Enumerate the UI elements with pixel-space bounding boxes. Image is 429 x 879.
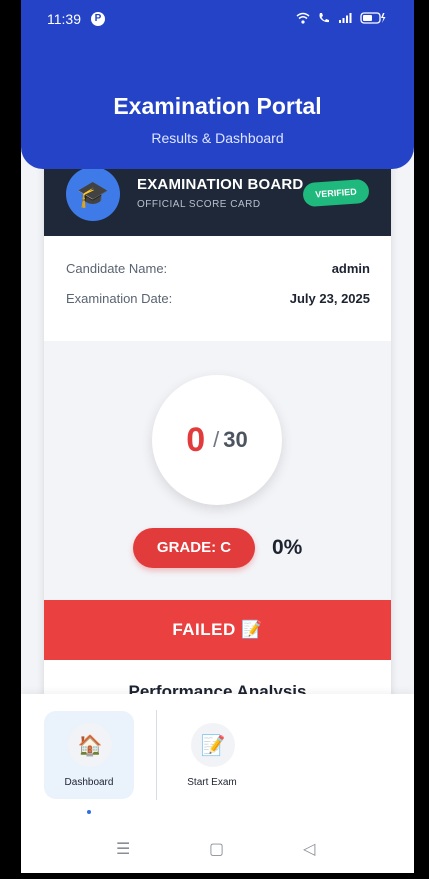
nav-dashboard[interactable]: 🏠 Dashboard <box>44 711 134 799</box>
board-title: EXAMINATION BOARD <box>137 176 304 193</box>
date-row: Examination Date: July 23, 2025 <box>66 291 370 306</box>
wifi-icon <box>296 12 310 24</box>
candidate-value: admin <box>331 261 370 276</box>
nav-dashboard-label: Dashboard <box>64 777 114 788</box>
status-time: 11:39 <box>47 11 81 27</box>
candidate-label: Candidate Name: <box>66 261 168 276</box>
result-status: FAILED 📝 <box>44 600 391 660</box>
score-total: 30 <box>223 427 248 452</box>
battery-icon <box>360 12 386 24</box>
page-title: Examination Portal <box>113 93 322 119</box>
verified-badge: VERIFIED <box>302 178 370 208</box>
signal-icon <box>339 13 352 23</box>
app-header: 11:39 P Examination Portal Results & Das… <box>21 0 414 169</box>
date-label: Examination Date: <box>66 291 173 306</box>
status-icons <box>296 12 386 24</box>
score-value: 0 <box>186 420 206 459</box>
notification-icon: P <box>91 12 105 26</box>
active-indicator <box>87 810 91 814</box>
bottom-navigation: 🏠 Dashboard 📝 Start Exam ☰ ▢ ◁ <box>21 694 414 873</box>
nav-start-exam[interactable]: 📝 Start Exam <box>167 711 257 799</box>
score-circle: 0 / 30 <box>152 375 282 505</box>
memo-icon: 📝 <box>191 723 235 767</box>
house-icon: 🏠 <box>68 723 112 767</box>
score-separator: / <box>213 427 220 452</box>
call-icon <box>319 13 329 23</box>
system-navigation: ☰ ▢ ◁ <box>21 839 414 859</box>
board-subtitle: OFFICIAL SCORE CARD <box>137 199 261 210</box>
page-subtitle: Results & Dashboard <box>151 130 284 146</box>
nav-start-exam-label: Start Exam <box>187 777 237 788</box>
score-section: 0 / 30 GRADE: C 0% <box>44 341 391 600</box>
candidate-info: Candidate Name: admin Examination Date: … <box>44 236 391 341</box>
graduation-cap-icon: 🎓 <box>66 167 120 221</box>
nav-divider <box>156 710 157 800</box>
score-percent: 0% <box>272 536 303 559</box>
score-card: 🎓 EXAMINATION BOARD OFFICIAL SCORE CARD … <box>44 150 391 710</box>
grade-badge: GRADE: C <box>133 528 255 568</box>
home-icon[interactable]: ▢ <box>209 839 224 859</box>
menu-icon[interactable]: ☰ <box>116 839 130 859</box>
back-icon[interactable]: ◁ <box>303 839 315 859</box>
candidate-row: Candidate Name: admin <box>66 261 370 276</box>
date-value: July 23, 2025 <box>289 291 370 306</box>
phone-screen: 11:39 P Examination Portal Results & Das… <box>21 0 414 873</box>
status-bar: 11:39 P <box>21 10 414 30</box>
